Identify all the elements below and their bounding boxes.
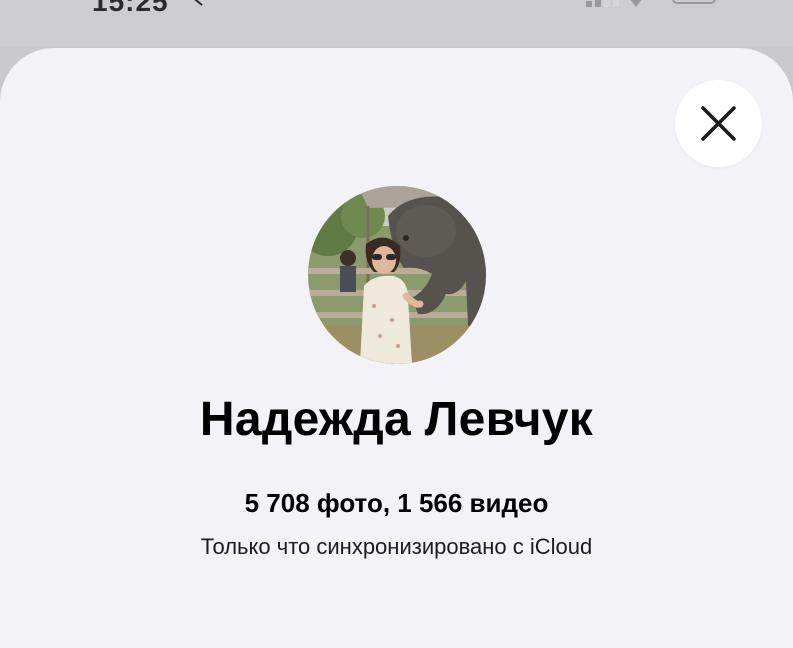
battery-icon <box>672 0 716 4</box>
sync-status: Только что синхронизировано с iCloud <box>200 534 593 559</box>
wifi-icon <box>626 0 646 7</box>
cellular-signal-icon <box>586 0 620 7</box>
close-button[interactable] <box>675 80 762 167</box>
profile-name: Надежда Левчук <box>199 393 594 446</box>
status-bar: 15:25 <box>0 0 793 46</box>
avatar[interactable] <box>308 186 486 364</box>
status-time: 15:25 <box>92 0 169 17</box>
close-icon <box>701 106 736 141</box>
mute-icon <box>184 0 204 6</box>
media-count: 5 708 фото, 1 566 видео <box>244 488 549 518</box>
avatar-photo <box>308 186 486 364</box>
